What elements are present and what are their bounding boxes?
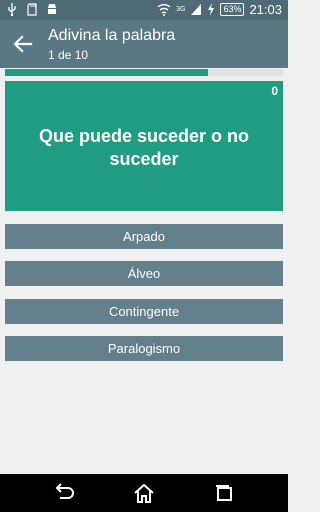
answer-option-1[interactable]: Arpado: [5, 224, 283, 249]
notification-icons: [6, 3, 58, 16]
progress-bar: [5, 69, 283, 76]
answer-option-3[interactable]: Contingente: [5, 299, 283, 324]
recents-icon[interactable]: [212, 482, 236, 504]
battery-icon: 63%: [220, 3, 245, 16]
sd-card-icon: [27, 3, 37, 16]
signal-icon: [191, 4, 202, 15]
home-icon[interactable]: [132, 482, 156, 504]
usb-icon: [8, 3, 16, 16]
network-type: 3G: [176, 6, 186, 13]
question-counter: 1 de 10: [48, 48, 89, 62]
navigation-bar: [0, 474, 288, 512]
app-bar: Adivina la palabra 1 de 10: [0, 20, 288, 68]
clock: 21:03: [249, 2, 282, 17]
page-title: Adivina la palabra: [48, 27, 176, 44]
question-card: 0 Que puede suceder o no suceder: [5, 81, 283, 211]
back-icon[interactable]: [52, 482, 76, 504]
android-icon: [48, 3, 56, 14]
question-text: Que puede suceder o no suceder: [38, 126, 250, 169]
wifi-icon: [157, 4, 171, 16]
system-icons: 3G 63% 21:03: [157, 2, 282, 17]
answer-option-2[interactable]: Álveo: [5, 261, 283, 286]
score-value: 0: [271, 84, 278, 98]
progress-fill: [5, 69, 208, 76]
arrow-left-icon[interactable]: [12, 33, 34, 55]
status-bar: 3G 63% 21:03: [0, 0, 288, 20]
answer-option-4[interactable]: Paralogismo: [5, 336, 283, 361]
charging-icon: [208, 3, 215, 16]
